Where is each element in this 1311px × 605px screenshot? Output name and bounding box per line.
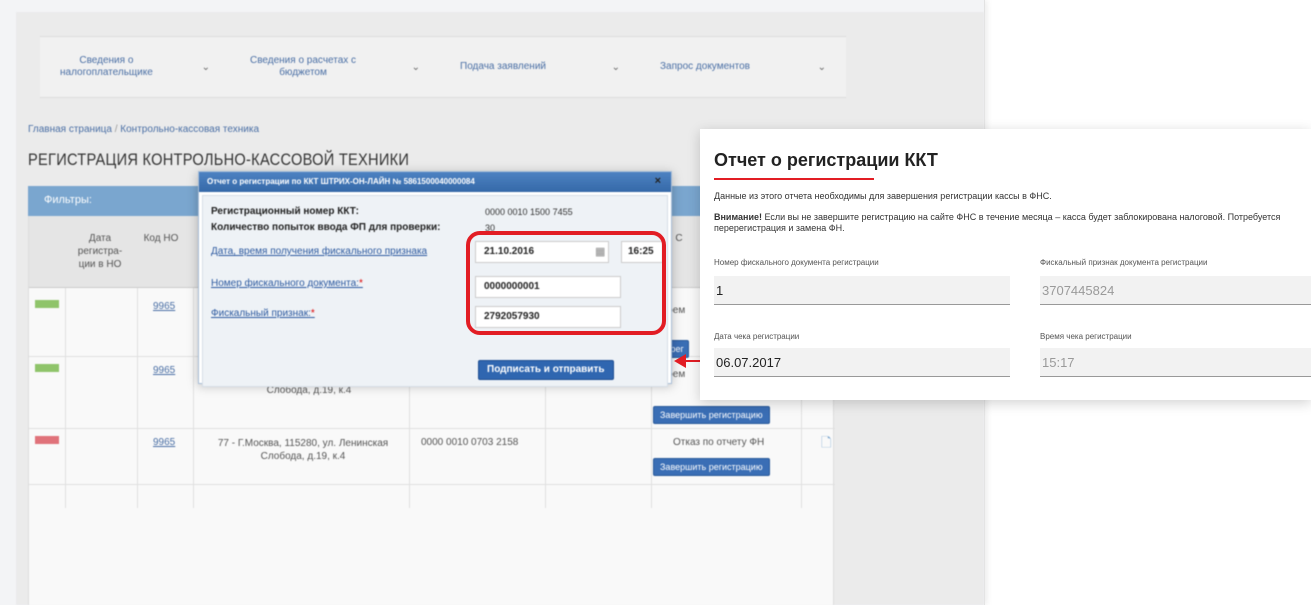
time-label: Время чека регистрации (1040, 332, 1132, 341)
address-text: 77 - Г.Москва, 115280, ул. Ленинская Сло… (217, 438, 389, 462)
nav-item-label: Запрос документов (660, 61, 750, 72)
column-divider (137, 288, 138, 508)
nav-item-taxpayer-info[interactable]: Сведения о налогоплательщике ⌄ (40, 37, 230, 97)
row-divider (29, 428, 835, 429)
title-underline (714, 178, 874, 180)
report-title: Отчет о регистрации ККТ (714, 150, 938, 170)
date-label: Дата чека регистрации (714, 332, 800, 341)
nav-item-budget-settlements[interactable]: Сведения о расчетах с бюджетом ⌄ (230, 37, 440, 97)
filter-label: Фильтры: (44, 194, 92, 206)
date-field[interactable]: 06.07.2017 (714, 348, 1010, 377)
modal-title: Отчет о регистрации по ККТ ШТРИХ-ОН-ЛАЙН… (207, 177, 475, 186)
nav-item-label: Сведения о налогоплательщике (60, 55, 153, 78)
status-strip (35, 300, 59, 308)
breadcrumb: Главная страница / Контрольно-кассовая т… (28, 124, 259, 135)
finish-registration-button[interactable]: Завершить регистрацию (653, 406, 770, 424)
column-header-reg-date: Дата регистра- ции в НО (77, 233, 123, 270)
warning-label: Внимание! (714, 212, 762, 222)
fiscal-sign-label[interactable]: Фискальный признак:* (211, 308, 315, 319)
row-divider (29, 484, 835, 485)
finish-registration-button[interactable]: Завершить регистрацию (653, 458, 770, 476)
tax-code-link[interactable]: 9965 (153, 301, 175, 312)
modal-header: Отчет о регистрации по ККТ ШТРИХ-ОН-ЛАЙН… (199, 172, 671, 192)
tax-code-link[interactable]: 9965 (153, 437, 175, 448)
time-field[interactable]: 15:17 (1040, 348, 1311, 377)
kkt-number: 0000 0010 0703 2158 (421, 437, 519, 448)
warning-text: Если вы не завершите регистрацию на сайт… (714, 212, 1281, 233)
top-navigation: Сведения о налогоплательщике ⌄ Сведения … (40, 36, 846, 98)
nav-item-applications[interactable]: Подача заявлений ⌄ (440, 37, 640, 97)
status-text: Отказ по отчету ФН (673, 437, 765, 448)
nav-item-label: Сведения о расчетах с бюджетом (250, 55, 357, 78)
column-header-tax-code: Код НО (143, 233, 179, 244)
status-strip (35, 436, 59, 444)
report-description: Данные из этого отчета необходимы для за… (714, 191, 1052, 201)
column-divider (65, 288, 66, 508)
chevron-down-icon: ⌄ (201, 61, 210, 73)
breadcrumb-separator: / (114, 124, 118, 135)
doc-number-label[interactable]: Номер фискального документа:* (211, 278, 363, 289)
kkt-report-panel: Отчет о регистрации ККТ Данные из этого … (700, 129, 1311, 400)
datetime-label[interactable]: Дата, время получения фискального призна… (211, 246, 427, 257)
fiscal-sign-field[interactable]: 3707445824 (1040, 276, 1311, 305)
document-icon[interactable]: 🗋 (821, 434, 831, 456)
reg-number-value: 0000 0010 1500 7455 (485, 207, 573, 217)
column-divider (193, 288, 194, 508)
nav-item-label: Подача заявлений (460, 61, 546, 72)
page-title: РЕГИСТРАЦИЯ КОНТРОЛЬНО-КАССОВОЙ ТЕХНИКИ (28, 150, 410, 169)
doc-number-field[interactable]: 1 (714, 276, 1010, 305)
close-icon[interactable]: × (655, 175, 661, 187)
chevron-down-icon: ⌄ (817, 61, 826, 73)
doc-number-label: Номер фискального документа регистрации (714, 258, 879, 267)
fiscal-sign-label: Фискальный признак документа регистрации (1040, 258, 1208, 267)
status-strip (35, 364, 59, 372)
column-header-status: С (675, 233, 683, 244)
chevron-down-icon: ⌄ (611, 61, 620, 73)
breadcrumb-current: Контрольно-кассовая техника (120, 124, 260, 135)
chevron-down-icon: ⌄ (411, 61, 420, 73)
highlight-frame (466, 231, 666, 335)
tax-code-link[interactable]: 9965 (153, 365, 175, 376)
reg-number-label: Регистрационный номер ККТ: (211, 206, 359, 217)
arrow-left-icon (674, 354, 686, 368)
attempts-label: Количество попыток ввода ФП для проверки… (211, 222, 441, 233)
nav-item-document-request[interactable]: Запрос документов ⌄ (640, 37, 846, 97)
sign-and-send-button[interactable]: Подписать и отправить (478, 360, 614, 380)
report-warning: Внимание! Если вы не завершите регистрац… (714, 212, 1311, 234)
breadcrumb-home-link[interactable]: Главная страница (28, 124, 112, 135)
